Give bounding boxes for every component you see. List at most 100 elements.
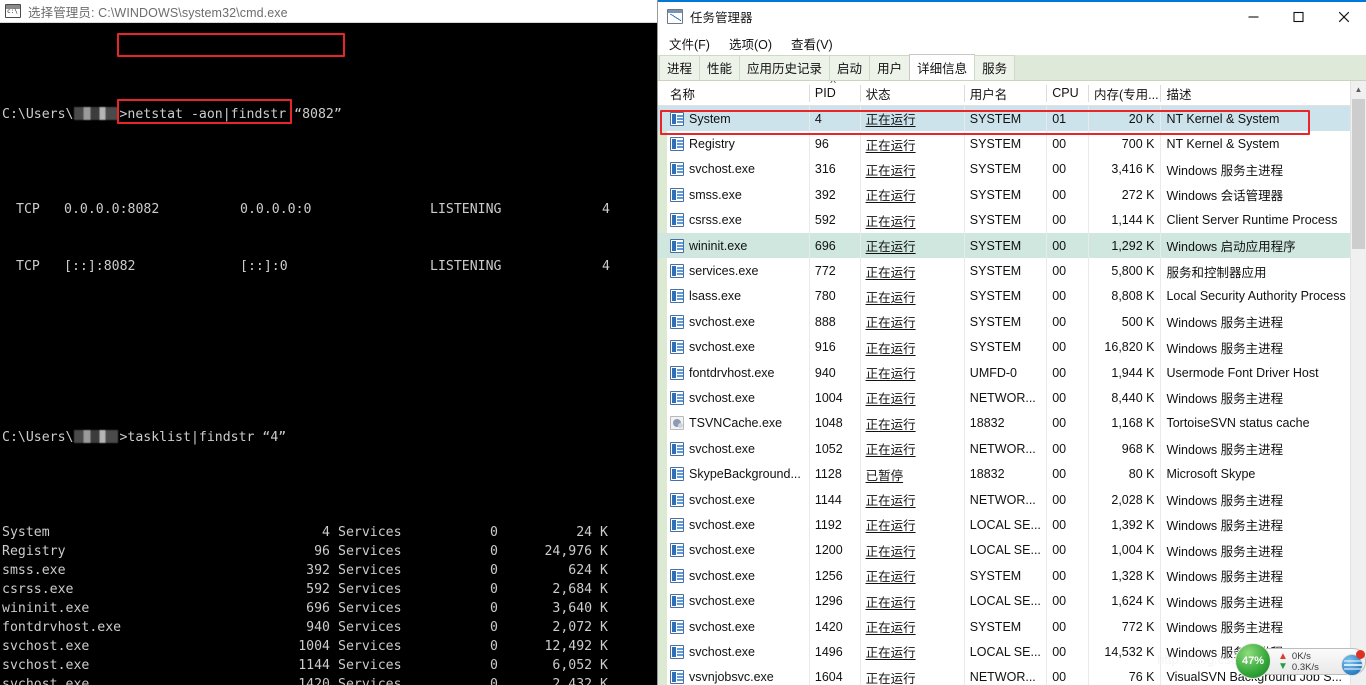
cell-pid: 1048	[808, 410, 860, 437]
column-header-description[interactable]: 描述	[1160, 81, 1350, 106]
status-text: 正在运行	[865, 265, 916, 280]
tab-details[interactable]: 详细信息	[909, 54, 976, 80]
cmd-task-mem: 2,684 K	[552, 582, 608, 597]
cell-memory: 1,944 K	[1087, 359, 1161, 386]
table-row[interactable]: smss.exe 392 正在运行 SYSTEM 00 272 K Windows 会话管理…	[658, 182, 1350, 208]
cmd-task-pid: 940	[306, 620, 330, 635]
cell-pid: 696	[808, 232, 860, 259]
table-row[interactable]: System 4 正在运行 SYSTEM 01 20 K NT Kernel & Syste…	[658, 106, 1350, 132]
cell-name: System	[658, 106, 809, 131]
cmd-blank-line	[0, 333, 657, 352]
menu-view[interactable]: 查看(V)	[789, 33, 835, 54]
cell-username: UMFD-0	[963, 359, 1046, 386]
cmd-task-session: Services	[338, 544, 402, 559]
table-row[interactable]: svchost.exe 888 正在运行 SYSTEM 00 500 K Windows 服…	[658, 309, 1350, 335]
cell-memory: 3,416 K	[1087, 156, 1161, 183]
column-header-username[interactable]: 用户名	[963, 81, 1046, 106]
table-row[interactable]: svchost.exe 1200 正在运行 LOCAL SE... 00 1,004 KW…	[658, 537, 1350, 564]
table-row[interactable]: svchost.exe 916 正在运行 SYSTEM 00 16,820 K Window…	[658, 334, 1350, 360]
screen-root: 选择管理员: C:\WINDOWS\system32\cmd.exe C:\Us…	[0, 0, 1366, 685]
cell-cpu: 00	[1046, 461, 1088, 487]
cell-pid: 1052	[808, 436, 860, 462]
scroll-up-arrow-icon[interactable]: ▲	[1351, 81, 1366, 98]
task-manager-window[interactable]: 任务管理器 文件(F) 选项(O) 查看(V) 进程 性能 应用历史记录 启动 …	[657, 0, 1366, 685]
column-header-pid[interactable]: PID ^	[808, 81, 860, 106]
table-row[interactable]: svchost.exe 1256 正在运行 SYSTEM 00 1,328 K Window…	[658, 563, 1350, 589]
tab-processes[interactable]: 进程	[659, 55, 701, 80]
netstat-pid: 4	[602, 202, 610, 217]
sort-ascending-icon: ^	[830, 81, 836, 88]
process-name: svchost.exe	[689, 644, 756, 659]
netstat-foreign: [::]:0	[240, 259, 288, 274]
close-icon[interactable]	[1321, 1, 1366, 32]
cell-pid: 1496	[808, 639, 860, 665]
cpu-usage-bubble[interactable]: 47%	[1235, 643, 1271, 679]
scrollbar-thumb[interactable]	[1352, 99, 1365, 249]
network-speed-panel[interactable]: ▲ ▼ 0K/s 0.3K/s	[1255, 648, 1366, 676]
table-row[interactable]: svchost.exe 1052 正在运行 NETWOR... 00 968 K Windo…	[658, 436, 1350, 462]
status-text: 正在运行	[865, 392, 916, 407]
cmd-task-sessionnum: 0	[490, 677, 498, 685]
cell-description: Windows 服务主进程	[1160, 436, 1350, 462]
menu-file[interactable]: 文件(F)	[667, 33, 712, 54]
column-header-cpu[interactable]: CPU	[1046, 81, 1088, 106]
menu-options[interactable]: 选项(O)	[727, 33, 774, 54]
details-table: 名称 PID ^ 状态 用户名 CPU 内存(专用... 描述 System 4 正…	[658, 81, 1350, 685]
netstat-pid: 4	[602, 259, 610, 274]
tab-startup[interactable]: 启动	[829, 55, 871, 80]
cmd-prompt-prefix-1: C:\Users\	[2, 107, 74, 122]
cell-cpu: 00	[1046, 563, 1088, 589]
column-header-name[interactable]: 名称	[658, 81, 809, 106]
cell-memory: 1,392 K	[1087, 512, 1161, 538]
cmd-prompt-prefix-2: C:\Users\	[2, 430, 74, 445]
maximize-icon[interactable]	[1276, 1, 1321, 32]
cell-username: SYSTEM	[963, 258, 1046, 284]
status-text: 正在运行	[865, 544, 916, 559]
table-row[interactable]: svchost.exe 1296 正在运行 LOCAL SE... 00 1,624 KW…	[658, 588, 1350, 614]
status-text: 正在运行	[865, 494, 916, 509]
table-row[interactable]: svchost.exe 1420 正在运行 SYSTEM 00 772 K Windows …	[658, 613, 1350, 640]
table-row[interactable]: svchost.exe 1192 正在运行 LOCAL SE... 00 1,392 KW…	[658, 512, 1350, 538]
cmd-task-pid: 4	[322, 525, 330, 540]
task-manager-titlebar[interactable]: 任务管理器	[658, 0, 1366, 31]
cell-pid: 780	[808, 283, 860, 310]
cmd-window[interactable]: 选择管理员: C:\WINDOWS\system32\cmd.exe C:\Us…	[0, 0, 657, 685]
cmd-command-2: tasklist|findstr “4”	[127, 430, 287, 445]
cell-memory: 500 K	[1087, 309, 1161, 335]
process-icon	[670, 568, 684, 583]
table-row[interactable]: lsass.exe 780 正在运行 SYSTEM 00 8,808 K Local Sec…	[658, 283, 1350, 310]
cell-description: Windows 启动应用程序	[1160, 232, 1350, 259]
process-icon	[670, 594, 684, 609]
minimize-icon[interactable]	[1231, 1, 1276, 32]
cell-username: SYSTEM	[963, 131, 1046, 157]
cmd-console-output[interactable]: C:\Users\ >netstat -aon|findstr “8082” TC…	[0, 23, 657, 685]
tab-users[interactable]: 用户	[869, 55, 911, 80]
status-text: 正在运行	[865, 417, 916, 432]
column-header-memory[interactable]: 内存(专用...	[1087, 81, 1161, 106]
tab-app-history[interactable]: 应用历史记录	[739, 55, 831, 80]
table-row[interactable]: svchost.exe 1144 正在运行 NETWOR... 00 2,028 K Win…	[658, 486, 1350, 513]
process-icon	[670, 162, 684, 177]
tab-performance[interactable]: 性能	[699, 55, 741, 80]
table-row[interactable]: fontdrvhost.exe 940 正在运行 UMFD-0 00 1,944 K Use…	[658, 359, 1350, 386]
process-icon	[670, 492, 684, 507]
cmd-tasklist-row: svchost.exe 1144 Services 0 6,052 K	[0, 656, 657, 675]
table-row[interactable]: Registry 96 正在运行 SYSTEM 00 700 K NT Kernel & S…	[658, 131, 1350, 157]
table-row[interactable]: services.exe 772 正在运行 SYSTEM 00 5,800 K 服务和控制器…	[658, 258, 1350, 284]
cmd-titlebar[interactable]: 选择管理员: C:\WINDOWS\system32\cmd.exe	[0, 0, 657, 23]
table-row[interactable]: TSVNCache.exe 1048 正在运行 18832 00 1,168 K Torto…	[658, 410, 1350, 437]
cell-pid: 1144	[808, 486, 860, 513]
cell-cpu: 00	[1046, 309, 1088, 335]
cell-name: svchost.exe	[658, 588, 809, 613]
table-row[interactable]: wininit.exe 696 正在运行 SYSTEM 00 1,292 K Windows…	[658, 232, 1350, 259]
column-header-status[interactable]: 状态	[859, 81, 964, 106]
details-scrollbar[interactable]: ▲	[1350, 81, 1366, 685]
tab-services[interactable]: 服务	[974, 55, 1016, 80]
table-row[interactable]: SkypeBackground... 1128 已暂停 18832 00 80 K Micr…	[658, 461, 1350, 487]
cmd-tasklist-row: svchost.exe 1420 Services 0 2,432 K	[0, 675, 657, 685]
network-speed-widget[interactable]: http://blog.csdn.net/u_13750855 ▲ ▼ 0K/s…	[1157, 642, 1366, 679]
table-row[interactable]: svchost.exe 1004 正在运行 NETWOR... 00 8,440 K Win…	[658, 385, 1350, 411]
cmd-task-sessionnum: 0	[490, 601, 498, 616]
table-row[interactable]: svchost.exe 316 正在运行 SYSTEM 00 3,416 K Windows…	[658, 156, 1350, 183]
table-row[interactable]: csrss.exe 592 正在运行 SYSTEM 00 1,144 K Client Se…	[658, 207, 1350, 233]
